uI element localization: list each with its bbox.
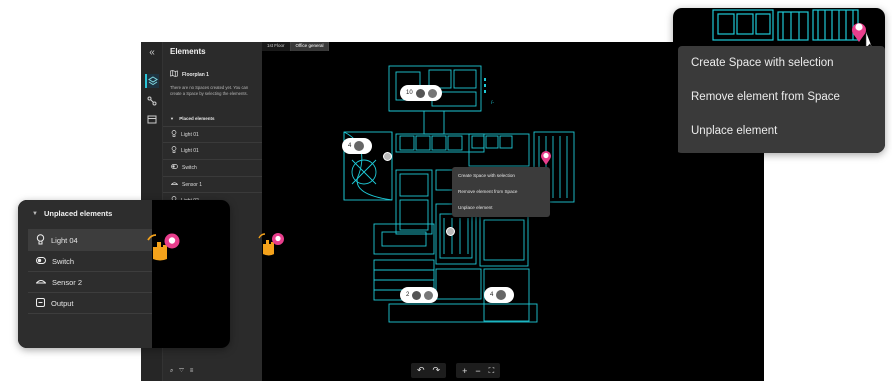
unplace-element-menu-item[interactable]: Unplace element: [678, 114, 885, 148]
sensor-icon: [170, 181, 179, 188]
output-icon: [36, 297, 45, 309]
placed-item[interactable]: Light 01: [163, 126, 262, 142]
unplace-element-menu-item[interactable]: Unplace element: [452, 199, 550, 215]
context-menu: Create Space with selection Remove eleme…: [452, 167, 550, 217]
floorplan-badge[interactable]: 4: [342, 138, 372, 154]
badge-count: 10: [406, 90, 413, 96]
unplaced-header-label: Unplaced elements: [43, 209, 113, 218]
zoom-controls: + − ⛶: [456, 363, 501, 378]
panel-title: Elements: [170, 47, 206, 56]
placed-elements-header[interactable]: ▼ Placed elements: [170, 116, 215, 121]
filter-icon[interactable]: ▽: [179, 368, 186, 374]
placed-element-marker[interactable]: [446, 227, 455, 236]
lightbulb-icon: [427, 88, 437, 98]
history-controls: ↶ ↷: [411, 363, 447, 378]
placed-element-marker[interactable]: [383, 152, 392, 161]
badge-count: 4: [490, 292, 494, 298]
grouped-lights-icon: [412, 290, 422, 300]
placed-header-label: Placed elements: [179, 116, 215, 121]
floorplan-badge[interactable]: 10: [400, 85, 442, 101]
chevron-down-icon: ▼: [32, 210, 38, 217]
stage: « Elements Floorplan 1 There are no Spac…: [0, 0, 892, 381]
layers-icon[interactable]: [145, 74, 159, 88]
lightbulb-icon: [171, 146, 177, 155]
sensor-icon: [35, 278, 47, 287]
switch-icon: [36, 256, 46, 266]
fit-screen-icon[interactable]: ⛶: [489, 366, 495, 376]
unplaced-elements-zoom-card: ▼ Unplaced elements Light 04 Switch Sens…: [18, 200, 230, 348]
list-icon[interactable]: ≡: [190, 368, 196, 374]
badge-count: 2: [406, 292, 410, 298]
floor-tabs: 1st Floor Office general: [262, 42, 330, 51]
create-space-menu-item[interactable]: Create Space with selection: [678, 46, 885, 80]
svg-text:/-: /-: [491, 100, 494, 106]
unplaced-item-label: Sensor 2: [52, 277, 83, 287]
unplaced-item[interactable]: Sensor 2: [28, 271, 152, 292]
create-space-menu-item[interactable]: Create Space with selection: [452, 167, 550, 183]
unplaced-item[interactable]: Light 04: [28, 229, 152, 250]
lightbulb-icon: [354, 141, 365, 151]
tab-1st-floor[interactable]: 1st Floor: [262, 42, 291, 51]
tab-office-general[interactable]: Office general: [290, 42, 330, 51]
lightbulb-icon: [171, 130, 177, 139]
unplaced-item-label: Output: [51, 298, 74, 308]
unplaced-item[interactable]: Output: [28, 292, 152, 313]
chevron-down-icon: ▼: [170, 116, 174, 121]
undo-icon[interactable]: ↶: [417, 365, 425, 376]
drag-hand-cursor-icon: [257, 232, 285, 263]
unplaced-item[interactable]: Switch: [28, 250, 152, 271]
lightbulb-icon: [424, 290, 434, 300]
zoomed-context-menu: Create Space with selection Remove eleme…: [678, 46, 885, 153]
collapse-icon[interactable]: «: [145, 45, 159, 59]
no-spaces-hint: There are no Spaces created yet. You can…: [170, 85, 249, 96]
app-window: « Elements Floorplan 1 There are no Spac…: [141, 42, 764, 381]
search-icon[interactable]: ⌕: [170, 368, 175, 374]
connections-icon[interactable]: [145, 94, 159, 108]
placed-item[interactable]: Switch: [163, 159, 262, 175]
floorplan-header[interactable]: Floorplan 1: [170, 70, 209, 79]
unplaced-item-label: Switch: [52, 256, 75, 266]
unplaced-item-empty: [28, 313, 152, 334]
zoom-out-button[interactable]: −: [475, 366, 480, 376]
placed-item[interactable]: Light 01: [163, 142, 262, 158]
placed-item-label: Sensor 1: [182, 181, 203, 188]
lightbulb-icon: [36, 233, 45, 247]
badge-count: 4: [348, 143, 352, 149]
panel-bottom-tools: ⌕ ▽ ≡: [170, 368, 195, 375]
map-icon: [170, 70, 178, 79]
switch-icon: [171, 164, 178, 171]
placed-item-label: Light 01: [181, 147, 199, 154]
unplaced-elements-list: ▼ Unplaced elements Light 04 Switch Sens…: [18, 200, 152, 348]
floorplan-badge[interactable]: 4: [484, 287, 514, 303]
floorplan-badge[interactable]: 2: [400, 287, 438, 303]
remove-from-space-menu-item[interactable]: Remove element from Space: [452, 183, 550, 199]
zoom-in-button[interactable]: +: [462, 366, 467, 376]
remove-from-space-menu-item[interactable]: Remove element from Space: [678, 80, 885, 114]
grouped-lights-icon: [415, 88, 425, 98]
context-menu-zoom-card: Create Space with selection Remove eleme…: [673, 8, 885, 153]
floorplan-label: Floorplan 1: [182, 71, 209, 78]
drag-hand-cursor-icon: [145, 232, 181, 267]
placed-item-label: Switch: [182, 164, 197, 171]
canvas-toolbar: ↶ ↷ + − ⛶: [411, 363, 501, 378]
lightbulb-icon: [496, 290, 507, 300]
unplaced-item-label: Light 04: [51, 235, 78, 245]
placed-item-label: Light 01: [181, 131, 199, 138]
calendar-icon[interactable]: [145, 112, 159, 126]
unplaced-elements-header[interactable]: ▼ Unplaced elements: [32, 209, 112, 218]
placed-item[interactable]: Sensor 1: [163, 176, 262, 192]
redo-icon[interactable]: ↷: [433, 365, 441, 376]
